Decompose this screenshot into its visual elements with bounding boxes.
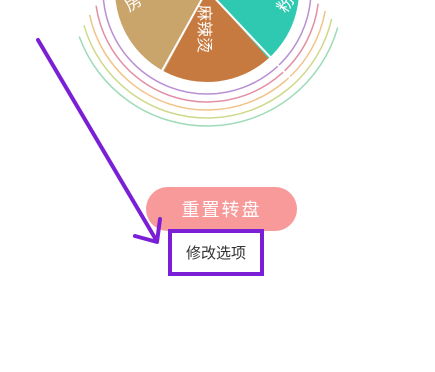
modify-options-highlight: 修改选项: [168, 229, 264, 276]
reset-wheel-label: 重置转盘: [181, 200, 262, 221]
spin-wheel: 房 麻辣烫 粉: [78, 0, 339, 127]
reset-wheel-button[interactable]: 重置转盘: [146, 187, 297, 231]
modify-options-link[interactable]: 修改选项: [186, 242, 246, 263]
wheel-segment-middle-label: 麻辣烫: [195, 5, 214, 53]
